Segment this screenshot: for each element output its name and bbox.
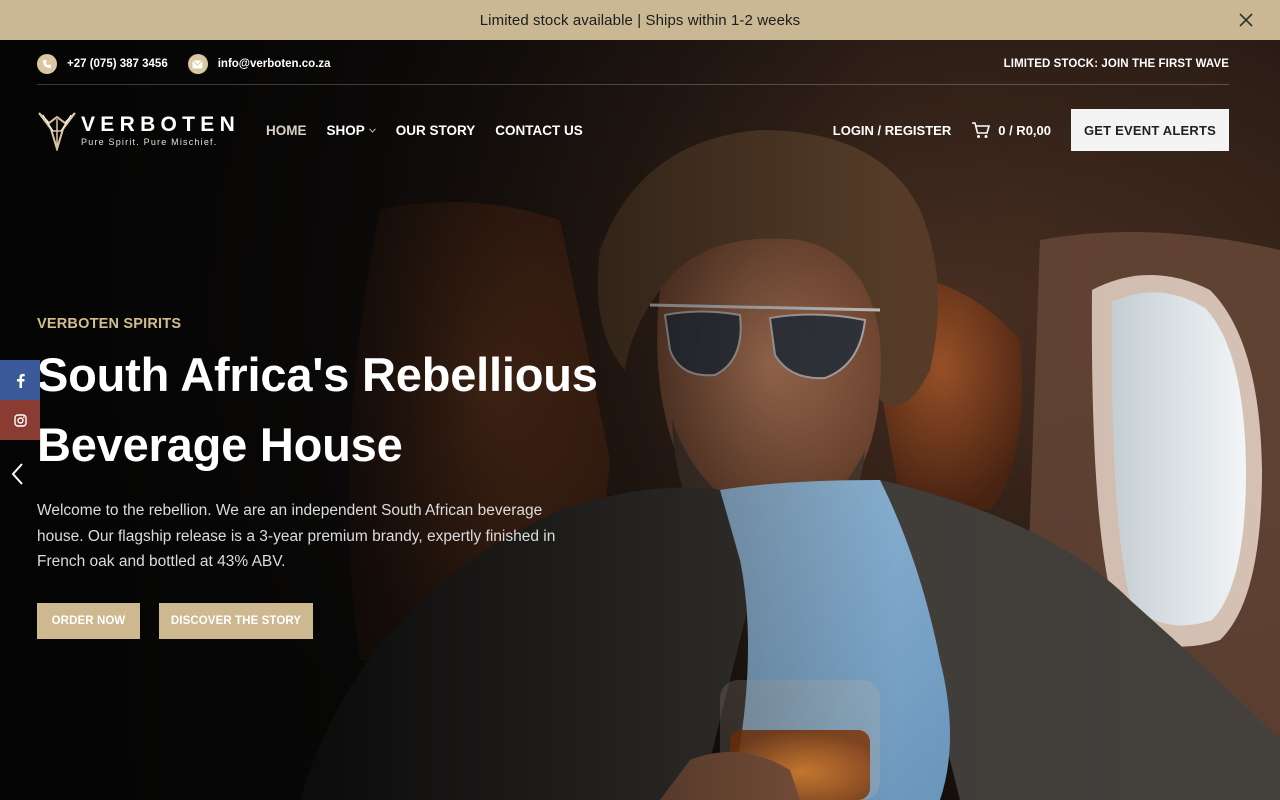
stock-notice: LIMITED STOCK: JOIN THE FIRST WAVE bbox=[1003, 58, 1229, 70]
cart-icon bbox=[972, 122, 991, 138]
hero-title-line-1: South Africa's Rebellious bbox=[37, 348, 598, 401]
brand-name: VERBOTEN bbox=[81, 112, 241, 136]
main-nav: HOME SHOP OUR STORY CONTACT US bbox=[266, 123, 603, 138]
nav-shop[interactable]: SHOP bbox=[327, 123, 376, 138]
facebook-button[interactable] bbox=[0, 360, 40, 400]
nav-contact-us[interactable]: CONTACT US bbox=[495, 123, 583, 138]
get-event-alerts-button[interactable]: GET EVENT ALERTS bbox=[1071, 109, 1229, 151]
nav-home[interactable]: HOME bbox=[266, 123, 307, 138]
login-register-link[interactable]: LOGIN / REGISTER bbox=[833, 123, 951, 138]
instagram-icon bbox=[13, 413, 27, 427]
announcement-bar: Limited stock available | Ships within 1… bbox=[0, 0, 1280, 40]
header-actions: LOGIN / REGISTER 0 / R0,00 GET EVENT ALE… bbox=[833, 109, 1229, 151]
phone-number[interactable]: +27 (075) 387 3456 bbox=[67, 58, 168, 70]
site-header: VERBOTEN Pure Spirit. Pure Mischief. HOM… bbox=[37, 104, 1229, 156]
cart-total: 0 / R0,00 bbox=[998, 122, 1051, 138]
hero-title-line-2: Beverage House bbox=[37, 418, 403, 471]
phone-icon bbox=[37, 54, 57, 74]
slider-prev-arrow-icon[interactable] bbox=[6, 460, 28, 488]
nav-our-story[interactable]: OUR STORY bbox=[396, 123, 476, 138]
close-icon[interactable] bbox=[1236, 10, 1256, 30]
facebook-icon bbox=[16, 373, 25, 388]
social-sidebar bbox=[0, 360, 40, 440]
hero-eyebrow: VERBOTEN SPIRITS bbox=[37, 316, 182, 332]
hero-intro-line-1: Welcome to the rebellion. We are an inde… bbox=[37, 502, 543, 519]
order-now-button[interactable]: ORDER NOW bbox=[37, 603, 140, 639]
top-info-bar: +27 (075) 387 3456 info@verboten.co.za L… bbox=[37, 44, 1229, 85]
logo-emblem-icon bbox=[38, 112, 76, 151]
email-address[interactable]: info@verboten.co.za bbox=[218, 58, 331, 70]
nav-shop-label: SHOP bbox=[326, 122, 365, 138]
phone-contact[interactable]: +27 (075) 387 3456 bbox=[37, 54, 168, 74]
hero-intro: Welcome to the rebellion. We are an inde… bbox=[37, 498, 577, 575]
brand-tagline: Pure Spirit. Pure Mischief. bbox=[81, 136, 218, 147]
hero-title: South Africa's Rebellious Beverage House bbox=[37, 340, 637, 480]
cart-button[interactable]: 0 / R0,00 bbox=[971, 121, 1051, 139]
logo[interactable]: VERBOTEN Pure Spirit. Pure Mischief. bbox=[37, 109, 266, 151]
envelope-icon bbox=[187, 54, 208, 74]
hero-intro-line-2: house. Our flagship release is a 3-year … bbox=[37, 527, 556, 545]
discover-the-story-button[interactable]: DISCOVER THE STORY bbox=[159, 603, 313, 639]
chevron-down-icon bbox=[368, 127, 376, 133]
hero-intro-line-3: French oak and bottled at 43% ABV. bbox=[37, 553, 286, 570]
announcement-text: Limited stock available | Ships within 1… bbox=[479, 11, 801, 29]
instagram-button[interactable] bbox=[0, 400, 40, 440]
email-contact[interactable]: info@verboten.co.za bbox=[187, 54, 331, 74]
